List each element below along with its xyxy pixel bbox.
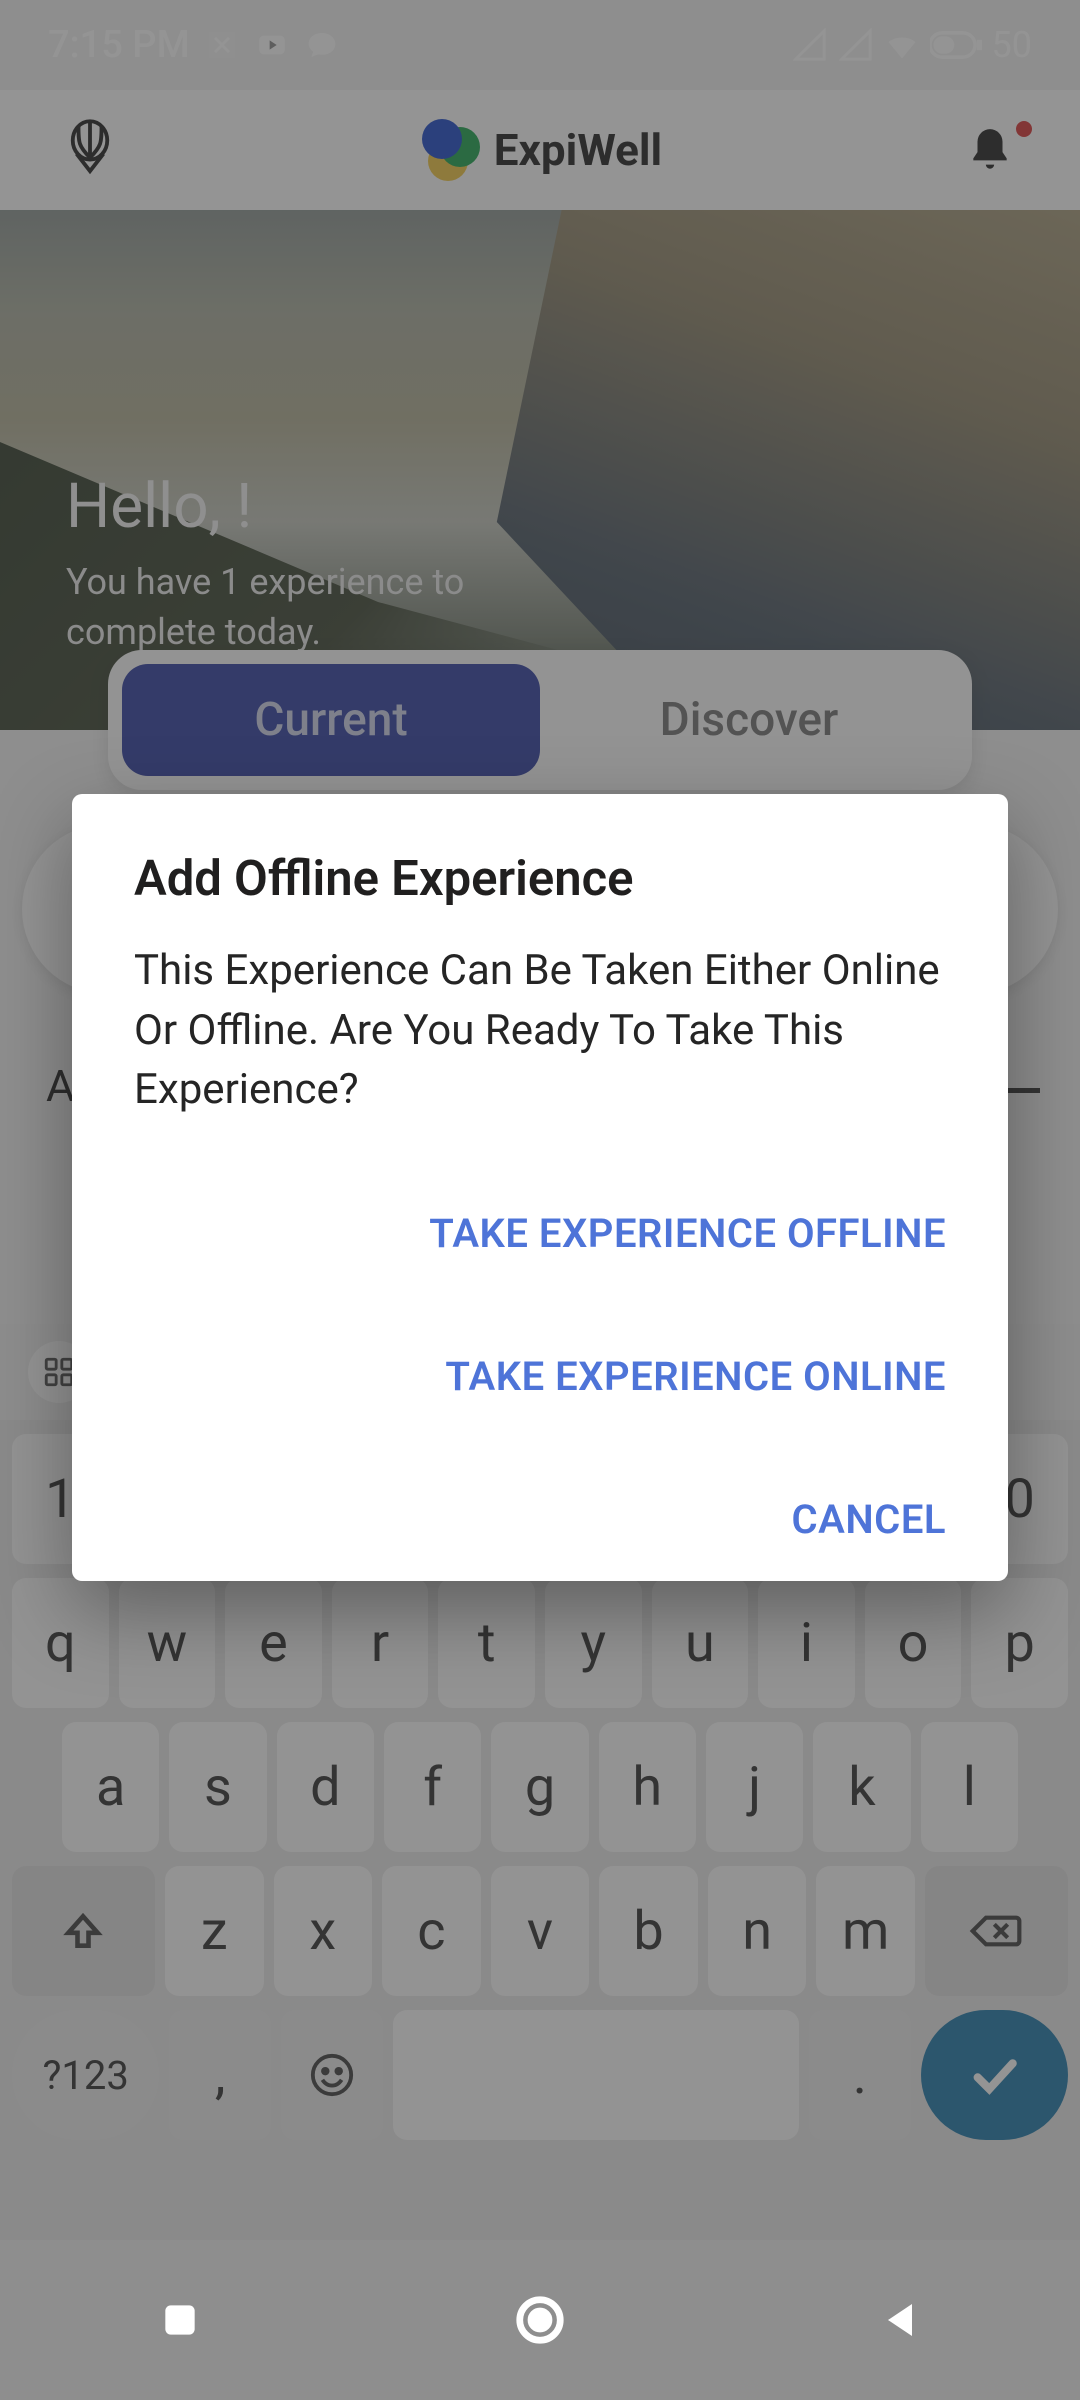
add-offline-experience-dialog: Add Offline Experience This Experience C…	[72, 794, 1008, 1581]
nav-back-button[interactable]	[868, 2288, 932, 2352]
dialog-body: This Experience Can Be Taken Either Onli…	[134, 941, 946, 1120]
nav-recent-button[interactable]	[148, 2288, 212, 2352]
cancel-button[interactable]: CANCEL	[792, 1496, 946, 1543]
take-online-button[interactable]: TAKE EXPERIENCE ONLINE	[445, 1353, 946, 1400]
take-offline-button[interactable]: TAKE EXPERIENCE OFFLINE	[429, 1210, 946, 1257]
dialog-actions: TAKE EXPERIENCE OFFLINE TAKE EXPERIENCE …	[134, 1210, 946, 1551]
system-nav-bar	[0, 2240, 1080, 2400]
nav-home-button[interactable]	[508, 2288, 572, 2352]
dialog-title: Add Offline Experience	[134, 850, 946, 907]
